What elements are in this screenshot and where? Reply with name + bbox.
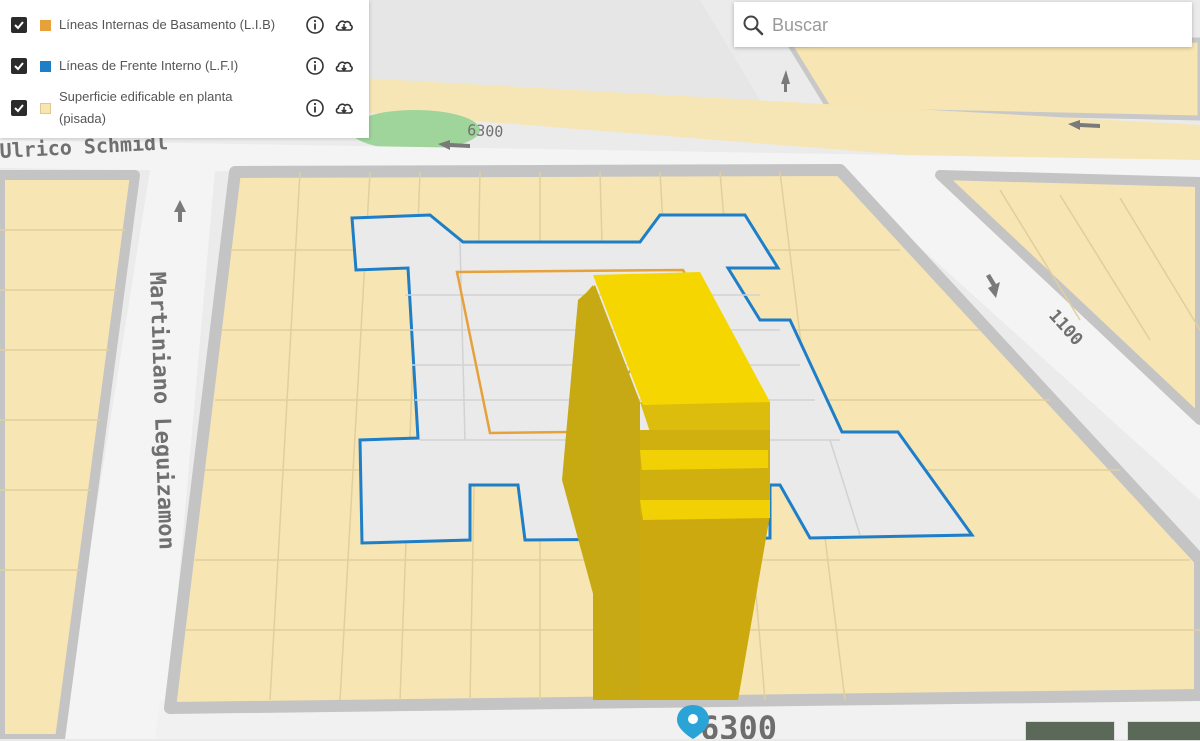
search-input[interactable] [770, 10, 1174, 40]
basemap-thumbnail-satellite[interactable] [1025, 721, 1115, 741]
basemap-thumbnail-aerial[interactable] [1127, 721, 1200, 741]
address-number-6300-bottom: 6300 [700, 709, 777, 739]
layer-checkbox-pisada[interactable] [11, 100, 27, 116]
layer-label-lib: Líneas Internas de Basamento (L.I.B) [59, 17, 276, 32]
cloud-download-icon[interactable] [334, 98, 354, 118]
layer-label-pisada: Superficie edificable en planta (pisada) [59, 89, 233, 126]
layer-panel: Líneas Internas de Basamento (L.I.B) Lín… [0, 0, 369, 138]
check-icon [14, 21, 24, 30]
check-icon [14, 62, 24, 71]
check-icon [14, 104, 24, 113]
cloud-download-icon[interactable] [334, 15, 354, 35]
layer-swatch-pisada [40, 103, 51, 114]
address-number-6300-top: 6300 [467, 121, 504, 141]
layer-label-lfi: Líneas de Frente Interno (L.F.I) [59, 58, 239, 73]
info-icon[interactable] [305, 98, 325, 118]
search-box [734, 2, 1192, 47]
cloud-download-icon[interactable] [334, 56, 354, 76]
layer-checkbox-lfi[interactable] [11, 58, 27, 74]
layer-swatch-lfi [40, 61, 51, 72]
layer-checkbox-lib[interactable] [11, 17, 27, 33]
layer-swatch-lib [40, 20, 51, 31]
search-icon[interactable] [742, 14, 764, 36]
info-icon[interactable] [305, 56, 325, 76]
info-icon[interactable] [305, 15, 325, 35]
